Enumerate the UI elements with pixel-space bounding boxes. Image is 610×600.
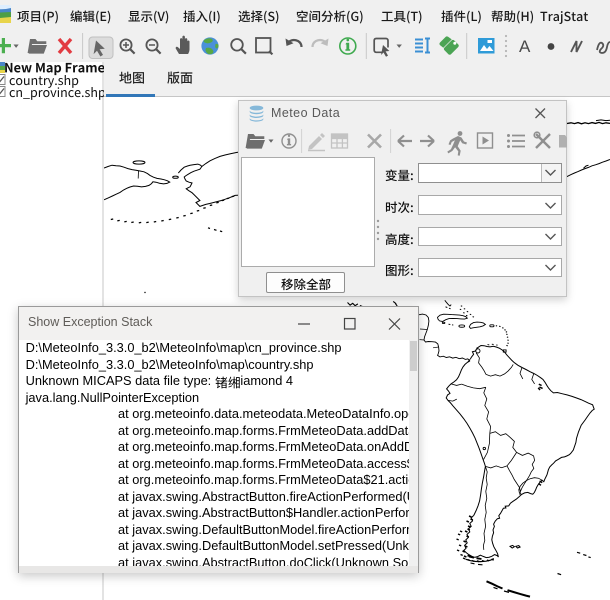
svg-text:A: A [519,37,531,56]
